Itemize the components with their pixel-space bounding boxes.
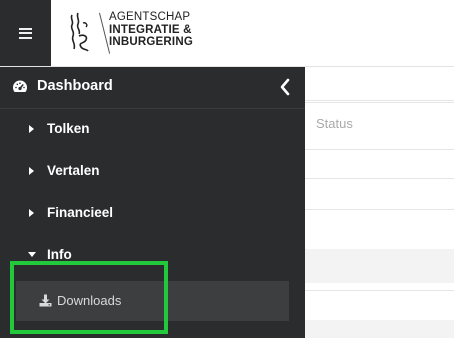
sidebar-subitem-downloads[interactable]: Downloads — [16, 281, 289, 321]
status-column-header — [290, 102, 454, 150]
logo-line-3: INBURGERING — [109, 36, 193, 48]
dashboard-gauge-icon — [12, 80, 28, 92]
sidebar-item-info-label: Info — [47, 247, 72, 262]
logo-line-1: AGENTSCHAP — [109, 11, 191, 23]
lion-logo-icon — [70, 12, 89, 52]
sidebar-item-vertalen[interactable]: Vertalen — [0, 151, 305, 191]
caret-right-icon — [29, 209, 34, 217]
sidebar-subitem-downloads-label: Downloads — [57, 293, 122, 308]
agency-logo-text: AGENTSCHAP INTEGRATIE & INBURGERING — [109, 11, 193, 49]
content-row-band — [290, 320, 454, 338]
chevron-left-icon[interactable] — [278, 78, 292, 96]
sidebar-item-tolken[interactable]: Tolken — [0, 109, 305, 149]
sidebar-item-info[interactable]: Info — [0, 235, 305, 275]
hamburger-icon — [19, 27, 32, 39]
sidebar-item-dashboard[interactable]: Dashboard — [0, 67, 305, 107]
sidebar-item-tolken-label: Tolken — [47, 121, 90, 136]
logo-line-2: INTEGRATIE & — [109, 23, 192, 36]
sidebar-item-vertalen-label: Vertalen — [47, 163, 100, 178]
content-divider — [290, 100, 454, 101]
download-icon — [39, 294, 52, 307]
status-column-label: Status — [316, 116, 353, 131]
caret-right-icon — [29, 167, 34, 175]
content-divider — [290, 178, 454, 179]
menu-toggle-button[interactable] — [0, 0, 51, 66]
content-row-band — [290, 249, 454, 283]
caret-right-icon — [29, 125, 34, 133]
content-divider — [290, 209, 454, 210]
sidebar-nav: Dashboard Tolken Vertalen Financieel Inf… — [0, 67, 305, 338]
content-divider — [290, 290, 454, 291]
sidebar-item-dashboard-label: Dashboard — [37, 78, 113, 94]
top-header: AGENTSCHAP INTEGRATIE & INBURGERING — [0, 0, 454, 67]
sidebar-item-financieel[interactable]: Financieel — [0, 193, 305, 233]
page: AGENTSCHAP INTEGRATIE & INBURGERING Stat… — [0, 0, 454, 338]
sidebar-item-financieel-label: Financieel — [47, 205, 114, 220]
caret-down-icon — [28, 252, 36, 257]
